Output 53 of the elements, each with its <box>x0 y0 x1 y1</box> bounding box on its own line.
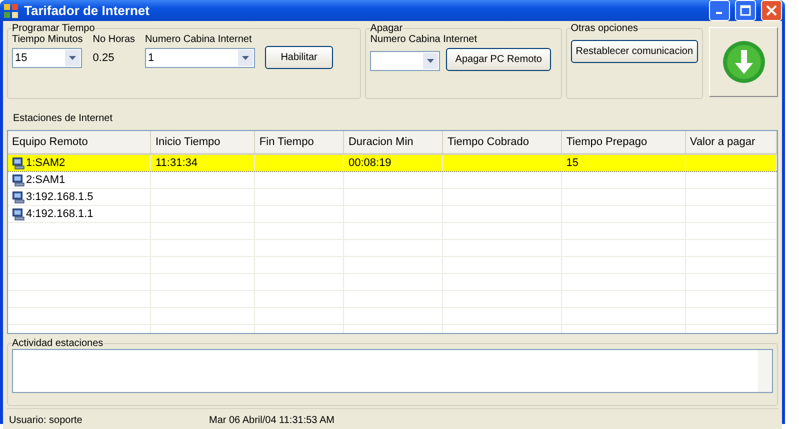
table-cell: 11:31:34 <box>155 157 198 169</box>
shutdown-button[interactable]: Apagar PC Remoto <box>446 48 551 71</box>
download-button[interactable] <box>709 27 778 97</box>
group-legend: Apagar <box>370 23 403 34</box>
section-label: Estaciones de Internet <box>13 113 114 124</box>
computer-icon <box>12 208 25 220</box>
caret-icon <box>242 56 250 60</box>
table-row[interactable]: 4:192.168.1.1 <box>8 206 777 223</box>
field-label: Numero Cabina Internet <box>145 34 253 45</box>
caret-icon <box>69 56 76 60</box>
maximize-button[interactable] <box>735 0 756 21</box>
column-header[interactable]: Tiempo Cobrado <box>443 131 562 153</box>
column-header[interactable]: Valor a pagar <box>686 131 777 153</box>
table-cell: 00:08:19 <box>348 157 392 169</box>
column-header[interactable]: Duracion Min <box>344 131 444 153</box>
enable-button[interactable]: Habilitar <box>265 46 334 69</box>
table-cell: 4:192.168.1.1 <box>26 208 94 220</box>
status-text: Mar 06 Abril/04 11:31:53 AM <box>209 414 334 426</box>
computer-icon <box>12 156 25 170</box>
table-row[interactable]: 3:192.168.1.5 <box>8 189 777 206</box>
column-header[interactable]: Tiempo Prepago <box>562 131 686 153</box>
activity-log-field[interactable] <box>12 349 773 393</box>
caret-icon <box>427 59 434 63</box>
minimize-button[interactable] <box>709 0 730 21</box>
status-text: Usuario: soporte <box>8 414 84 426</box>
field-label: No Horas <box>92 34 136 45</box>
column-header[interactable]: Equipo Remoto <box>8 131 152 153</box>
reset-button[interactable]: Restablecer comunicacion <box>570 40 698 63</box>
column-header[interactable]: Fin Tiempo <box>255 131 344 153</box>
column-header[interactable]: Inicio Tiempo <box>151 131 256 153</box>
computer-icon <box>12 190 25 204</box>
table-cell: 3:192.168.1.5 <box>26 191 94 203</box>
scrollbar[interactable] <box>758 350 772 392</box>
cabin-dropdown[interactable]: 1 <box>145 48 256 68</box>
cabin-dropdown[interactable] <box>370 51 440 71</box>
minutes-dropdown[interactable]: 15 <box>12 48 82 68</box>
table-cell: 2:SAM1 <box>26 174 66 186</box>
group-legend: Programar Tiempo <box>12 23 95 34</box>
close-button[interactable] <box>761 0 782 21</box>
group-legend: Actividad estaciones <box>12 338 104 349</box>
table-row[interactable]: 1:SAM2 11:31:34 00:08:19 15 <box>8 155 777 172</box>
app-icon <box>3 2 19 18</box>
window-title: Tarifador de Internet <box>24 3 150 18</box>
table-row[interactable]: 2:SAM1 <box>8 172 777 189</box>
field-label: Numero Cabina Internet <box>370 34 478 45</box>
group-legend: Otras opciones <box>570 23 638 34</box>
table-cell: 15 <box>566 157 578 169</box>
close-icon <box>766 5 777 16</box>
table-cell: 1:SAM2 <box>26 157 66 169</box>
field-label: Tiempo Minutos <box>12 34 83 45</box>
hours-value: 0.25 <box>92 51 116 66</box>
computer-icon <box>12 174 25 186</box>
maximize-icon <box>740 5 751 16</box>
